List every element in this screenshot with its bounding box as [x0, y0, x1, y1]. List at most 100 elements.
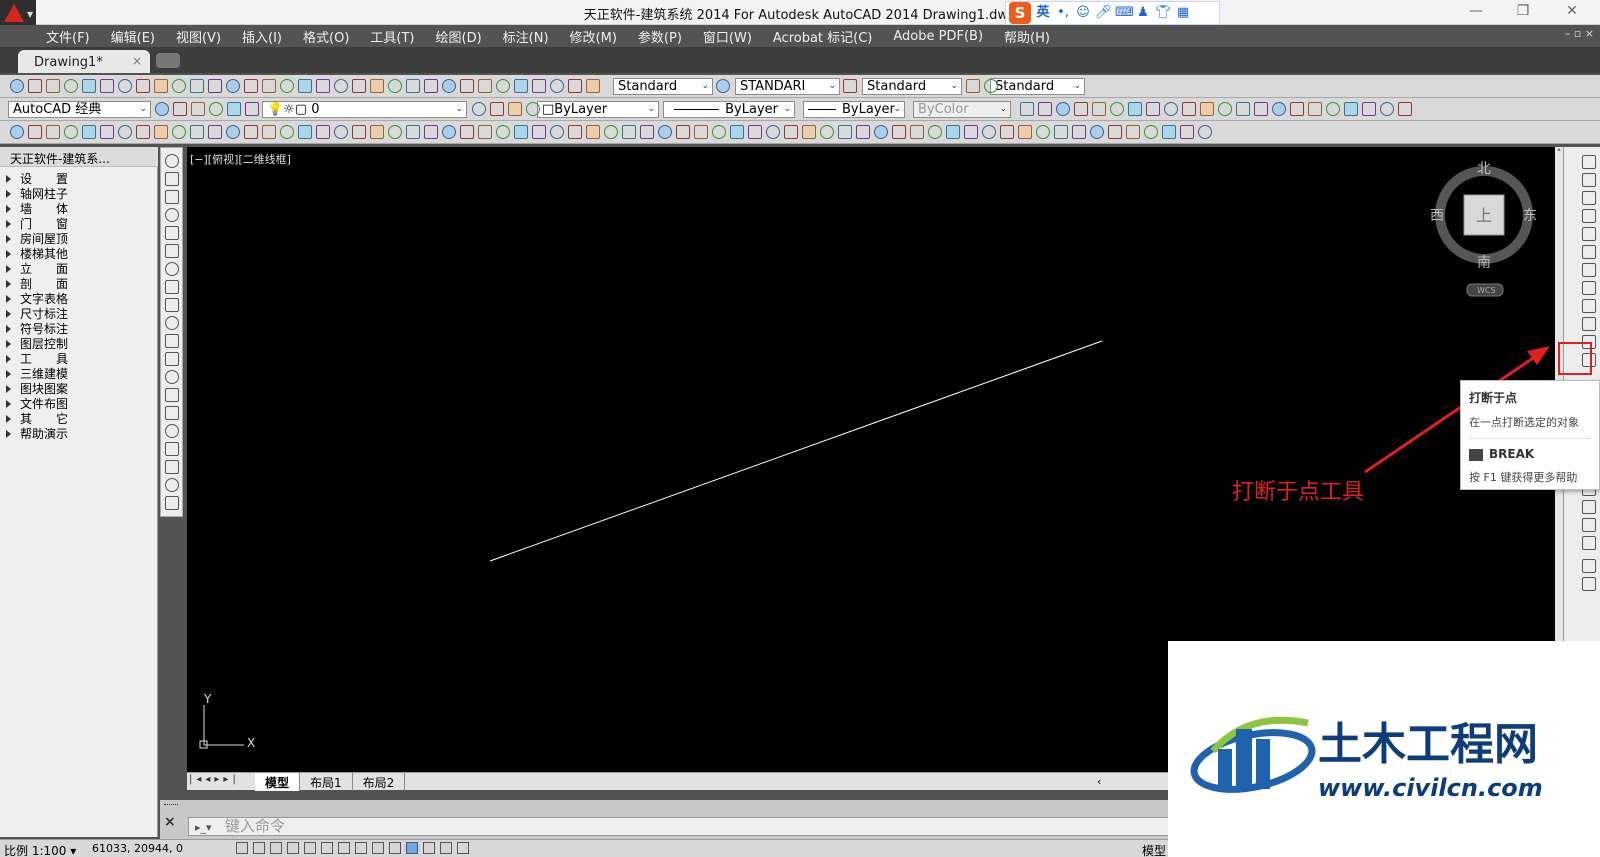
style-tool-icon[interactable]: [984, 79, 998, 93]
app-menu-button[interactable]: ▼: [0, 0, 36, 28]
modify-tool-icon[interactable]: [1582, 155, 1596, 169]
standard-tool-icon[interactable]: [28, 79, 42, 93]
status-toggle-icon[interactable]: [423, 842, 435, 854]
tangent-tool-icon[interactable]: [424, 125, 438, 139]
layer-tool-icon[interactable]: [1200, 102, 1214, 116]
command-prompt-icon[interactable]: ▸_▾: [195, 819, 212, 836]
panel-menu-item[interactable]: 帮助演示: [0, 426, 158, 441]
horizontal-scroll-left-icon[interactable]: ‹: [1097, 775, 1101, 788]
layout-tab[interactable]: 布局2: [353, 773, 406, 791]
layer-tool-icon[interactable]: [191, 102, 205, 116]
layer-tool-icon[interactable]: [1056, 102, 1070, 116]
tangent-tool-icon[interactable]: [640, 125, 654, 139]
new-tab-button[interactable]: [156, 53, 180, 68]
sogou-logo-icon[interactable]: S: [1009, 2, 1031, 24]
standard-tool-icon[interactable]: [514, 79, 528, 93]
modify-tool-icon[interactable]: [1582, 577, 1596, 591]
tangent-tool-icon[interactable]: [1162, 125, 1176, 139]
layer-tool-icon[interactable]: [209, 102, 223, 116]
draw-tool-icon[interactable]: [165, 208, 179, 222]
panel-menu-item[interactable]: 其 它: [0, 411, 158, 426]
menu-item[interactable]: 格式(O): [303, 27, 349, 46]
modify-tool-icon[interactable]: [1582, 518, 1596, 532]
standard-tool-icon[interactable]: [172, 79, 186, 93]
panel-menu-item[interactable]: 剖 面: [0, 276, 158, 291]
panel-menu-item[interactable]: 楼梯其他: [0, 246, 158, 261]
standard-tool-icon[interactable]: [460, 79, 474, 93]
multileader-style-select[interactable]: Standard ⌄: [990, 78, 1085, 95]
layer-tool-icon[interactable]: [1182, 102, 1196, 116]
menu-item[interactable]: 窗口(W): [703, 27, 752, 46]
modify-tool-icon[interactable]: [1582, 335, 1596, 349]
tangent-tool-icon[interactable]: [1000, 125, 1014, 139]
draw-tool-icon[interactable]: [165, 388, 179, 402]
model-space-toggle[interactable]: 模型: [1142, 842, 1166, 857]
tangent-tool-icon[interactable]: [874, 125, 888, 139]
standard-tool-icon[interactable]: [190, 79, 204, 93]
tangent-tool-icon[interactable]: [1072, 125, 1086, 139]
panel-menu-item[interactable]: 房间屋顶: [0, 231, 158, 246]
tangent-tool-icon[interactable]: [1090, 125, 1104, 139]
tangent-tool-icon[interactable]: [784, 125, 798, 139]
modify-tool-icon[interactable]: [1582, 299, 1596, 313]
tangent-tool-icon[interactable]: [496, 125, 510, 139]
layer-tool-icon[interactable]: [1290, 102, 1304, 116]
tangent-tool-icon[interactable]: [190, 125, 204, 139]
tangent-tool-icon[interactable]: [64, 125, 78, 139]
tangent-tool-icon[interactable]: [442, 125, 456, 139]
modify-tool-icon[interactable]: [1582, 559, 1596, 573]
layer-tool-icon[interactable]: [1308, 102, 1322, 116]
menu-item[interactable]: 标注(N): [503, 27, 549, 46]
panel-menu-item[interactable]: 工 具: [0, 351, 158, 366]
tangent-tool-icon[interactable]: [478, 125, 492, 139]
tangent-tool-icon[interactable]: [10, 125, 24, 139]
layer-select[interactable]: 💡☼▢ 0 ⌄: [262, 101, 467, 118]
tangent-tool-icon[interactable]: [298, 125, 312, 139]
standard-tool-icon[interactable]: [586, 79, 600, 93]
tangent-tool-icon[interactable]: [406, 125, 420, 139]
tangent-tool-icon[interactable]: [28, 125, 42, 139]
status-toggle-icon[interactable]: [355, 842, 367, 854]
emoji-icon[interactable]: ☺: [1075, 5, 1091, 21]
style-tool-icon[interactable]: [843, 79, 857, 93]
tangent-tool-icon[interactable]: [964, 125, 978, 139]
layer-tool-icon[interactable]: [1344, 102, 1358, 116]
standard-tool-icon[interactable]: [280, 79, 294, 93]
tangent-tool-icon[interactable]: [1180, 125, 1194, 139]
viewport-controls-label[interactable]: [−][俯视][二维线框]: [190, 151, 291, 167]
standard-tool-icon[interactable]: [442, 79, 456, 93]
standard-tool-icon[interactable]: [154, 79, 168, 93]
tangent-tool-icon[interactable]: [748, 125, 762, 139]
tangent-tool-icon[interactable]: [154, 125, 168, 139]
layer-tool-icon[interactable]: [1038, 102, 1052, 116]
layer-tool-icon[interactable]: [1254, 102, 1268, 116]
tangent-tool-icon[interactable]: [82, 125, 96, 139]
tangent-tool-icon[interactable]: [1108, 125, 1122, 139]
layer-tool-icon[interactable]: [508, 102, 522, 116]
layer-tool-icon[interactable]: [1362, 102, 1376, 116]
panel-menu-item[interactable]: 图块图案: [0, 381, 158, 396]
layout-tab[interactable]: 模型: [255, 773, 301, 791]
tangent-tool-icon[interactable]: [694, 125, 708, 139]
modify-tool-icon[interactable]: [1582, 536, 1596, 550]
tangent-tool-icon[interactable]: [658, 125, 672, 139]
tangent-tool-icon[interactable]: [802, 125, 816, 139]
tangent-tool-icon[interactable]: [226, 125, 240, 139]
modify-tool-icon[interactable]: [1582, 263, 1596, 277]
status-toggle-icon[interactable]: [270, 842, 282, 854]
menu-item[interactable]: 绘图(D): [436, 27, 482, 46]
menu-item[interactable]: Adobe PDF(B): [893, 29, 983, 44]
draw-tool-icon[interactable]: [165, 352, 179, 366]
panel-menu-item[interactable]: 图层控制: [0, 336, 158, 351]
draw-tool-icon[interactable]: [165, 424, 179, 438]
minimize-icon[interactable]: —: [1456, 3, 1496, 21]
menu-item[interactable]: 参数(P): [638, 27, 682, 46]
style-tool-icon[interactable]: [966, 79, 980, 93]
draw-tool-icon[interactable]: [165, 244, 179, 258]
modify-tool-icon[interactable]: [1582, 227, 1596, 241]
layer-tool-icon[interactable]: [526, 102, 540, 116]
panel-menu-item[interactable]: 立 面: [0, 261, 158, 276]
tangent-tool-icon[interactable]: [1018, 125, 1032, 139]
menu-item[interactable]: Acrobat 标记(C): [773, 27, 873, 46]
linetype-select[interactable]: ByLayer ⌄: [663, 101, 795, 118]
